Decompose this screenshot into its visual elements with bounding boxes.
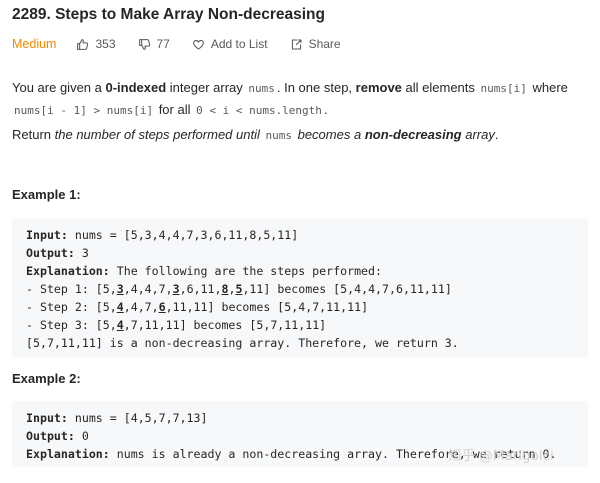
- output-value: 0: [74, 429, 89, 443]
- explanation-label: Explanation:: [26, 264, 110, 278]
- example-1-explanation-line: Explanation: The following are the steps…: [26, 262, 588, 280]
- watermark: 知乎 @Marigolci: [448, 448, 554, 464]
- dislike-button[interactable]: 77: [138, 37, 170, 51]
- step-text: ,4,7,: [123, 300, 159, 314]
- step-text: ,7,11,11] becomes [5,7,11,11]: [123, 318, 327, 332]
- text-span: integer array: [166, 80, 247, 95]
- inline-code: nums: [248, 82, 275, 95]
- explanation-label: Explanation:: [26, 447, 110, 461]
- output-label: Output:: [26, 246, 75, 260]
- step-text: - Step 2: [5,: [26, 300, 117, 314]
- italic-text: becomes a: [293, 127, 365, 142]
- removed-element: 6: [158, 300, 166, 314]
- example-1-block: Input: nums = [5,3,4,4,7,3,6,11,8,5,11] …: [12, 218, 588, 358]
- inline-code: nums[i - 1] > nums[i]: [14, 104, 154, 117]
- bold-italic-term: non-decreasing: [364, 127, 462, 142]
- text-span: . In one step,: [276, 80, 356, 95]
- example-1-conclusion: [5,7,11,11] is a non-decreasing array. T…: [26, 336, 459, 350]
- removed-element: 4: [116, 300, 124, 314]
- heart-icon: [192, 39, 204, 49]
- input-label: Input:: [26, 411, 68, 425]
- example-1-step-2: - Step 2: [5,4,4,7,6,11,11] becomes [5,4…: [26, 298, 588, 316]
- step-text: - Step 3: [5,: [26, 318, 117, 332]
- output-value: 3: [74, 246, 89, 260]
- explanation-value: The following are the steps performed:: [109, 264, 382, 278]
- bold-term: 0-indexed: [105, 80, 167, 95]
- example-1-heading: Example 1:: [12, 187, 81, 202]
- removed-element: 3: [116, 282, 124, 296]
- example-1-step-1: - Step 1: [5,3,4,4,7,3,6,11,8,5,11] beco…: [26, 280, 588, 298]
- like-count: 353: [95, 37, 116, 51]
- removed-element: 4: [116, 318, 124, 332]
- text-span: Return: [12, 127, 55, 142]
- share-icon: [291, 39, 302, 49]
- problem-title: 2289. Steps to Make Array Non-decreasing: [12, 6, 325, 23]
- inline-code: nums: [265, 129, 292, 142]
- input-value: nums = [5,3,4,4,7,3,6,11,8,5,11]: [67, 228, 299, 242]
- step-text: ,6,11,: [179, 282, 222, 296]
- description-paragraph-2: Return the number of steps performed unt…: [12, 124, 592, 146]
- share-button[interactable]: Share: [290, 37, 341, 51]
- removed-element: 3: [172, 282, 180, 296]
- text-span: for all: [155, 102, 195, 117]
- add-to-list-button[interactable]: Add to List: [192, 37, 268, 51]
- text-span: You are given a: [12, 80, 106, 95]
- text-span: all elements: [401, 80, 479, 95]
- dislike-count: 77: [156, 37, 170, 51]
- italic-text: array: [461, 127, 495, 142]
- description-paragraph-1: You are given a 0-indexed integer array …: [12, 77, 592, 121]
- step-text: ,11] becomes [5,4,4,7,6,11,11]: [242, 282, 452, 296]
- step-text: ,4,4,7,: [123, 282, 173, 296]
- example-2-heading: Example 2:: [12, 371, 81, 386]
- share-label: Share: [308, 37, 341, 51]
- bold-term: remove: [355, 80, 402, 95]
- thumbs-up-icon: [77, 38, 89, 50]
- example-2-output-line: Output: 0: [26, 427, 588, 445]
- add-to-list-label: Add to List: [210, 37, 268, 51]
- output-label: Output:: [26, 429, 75, 443]
- input-label: Input:: [26, 228, 68, 242]
- text-span: .: [494, 127, 499, 142]
- example-2-input-line: Input: nums = [4,5,7,7,13]: [26, 409, 588, 427]
- example-1-input-line: Input: nums = [5,3,4,4,7,3,6,11,8,5,11]: [26, 226, 588, 244]
- text-span: where: [528, 80, 568, 95]
- inline-code: nums[i]: [480, 82, 527, 95]
- step-text: ,11,11] becomes [5,4,7,11,11]: [165, 300, 369, 314]
- step-text: - Step 1: [5,: [26, 282, 117, 296]
- italic-text: the number of steps performed until: [54, 127, 264, 142]
- thumbs-down-icon: [138, 38, 150, 50]
- problem-meta-bar: Medium 353 77 Add to List Share: [12, 36, 363, 52]
- input-value: nums = [4,5,7,7,13]: [67, 411, 208, 425]
- inline-code: 0 < i < nums.length: [196, 104, 322, 117]
- example-1-step-3: - Step 3: [5,4,7,11,11] becomes [5,7,11,…: [26, 316, 588, 334]
- text-span: .: [323, 102, 328, 117]
- difficulty-badge: Medium: [12, 37, 57, 51]
- example-1-output-line: Output: 3: [26, 244, 588, 262]
- like-button[interactable]: 353: [76, 37, 116, 51]
